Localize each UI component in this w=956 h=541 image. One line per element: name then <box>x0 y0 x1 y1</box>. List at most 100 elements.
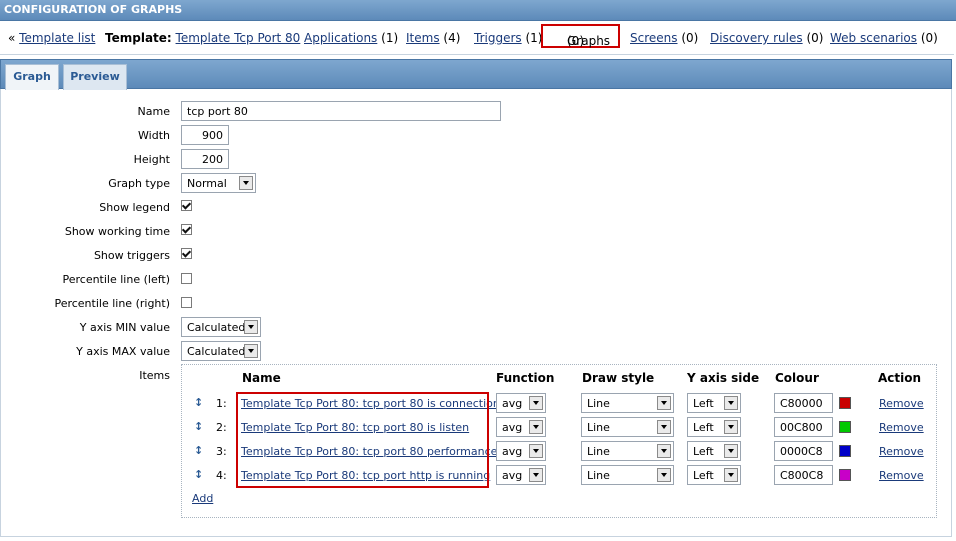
add-item-link[interactable]: Add <box>192 492 213 505</box>
graph-type-select[interactable]: Normal <box>181 173 256 193</box>
colour-input[interactable] <box>774 417 833 437</box>
function-select[interactable]: avg <box>496 417 546 437</box>
drag-handle-icon[interactable]: ↕ <box>194 468 203 481</box>
remove-link[interactable]: Remove <box>879 397 924 410</box>
col-header-function: Function <box>496 371 555 385</box>
draw-style-select[interactable]: Line <box>581 465 674 485</box>
chevron-down-icon <box>657 396 671 410</box>
function-select[interactable]: avg <box>496 465 546 485</box>
tab-graph[interactable]: Graph <box>5 64 59 90</box>
percentile-left-label: Percentile line (left) <box>62 273 170 286</box>
item-names-highlight <box>236 392 489 488</box>
template-label: Template: <box>105 31 172 45</box>
chevron-down-icon <box>239 176 253 190</box>
discovery-rules-link[interactable]: Discovery rules <box>710 31 803 45</box>
colour-input[interactable] <box>774 393 833 413</box>
applications-link[interactable]: Applications <box>304 31 377 45</box>
colour-swatch[interactable] <box>839 421 851 433</box>
colour-swatch[interactable] <box>839 469 851 481</box>
col-header-y-axis-side: Y axis side <box>687 371 760 385</box>
ymax-label: Y axis MAX value <box>76 345 170 358</box>
nav-screens: Screens (0) <box>630 31 699 45</box>
row-number: 1: <box>216 397 227 410</box>
chevron-down-icon <box>724 420 738 434</box>
y-axis-side-select[interactable]: Left <box>687 417 741 437</box>
drag-handle-icon[interactable]: ↕ <box>194 444 203 457</box>
percentile-right-checkbox[interactable] <box>181 297 192 308</box>
chevron-down-icon <box>724 468 738 482</box>
ymin-label: Y axis MIN value <box>79 321 170 334</box>
name-input[interactable] <box>181 101 501 121</box>
ymax-select[interactable]: Calculated <box>181 341 261 361</box>
chevron-down-icon <box>657 468 671 482</box>
screens-link[interactable]: Screens <box>630 31 678 45</box>
remove-link[interactable]: Remove <box>879 469 924 482</box>
chevron-down-icon <box>529 420 543 434</box>
web-scenarios-link[interactable]: Web scenarios <box>830 31 917 45</box>
chevron-down-icon <box>657 444 671 458</box>
chevron-down-icon <box>529 444 543 458</box>
chevron-down-icon <box>724 444 738 458</box>
page-title: CONFIGURATION OF GRAPHS <box>4 3 183 16</box>
y-axis-side-select[interactable]: Left <box>687 393 741 413</box>
function-select[interactable]: avg <box>496 441 546 461</box>
chevron-down-icon <box>724 396 738 410</box>
col-header-colour: Colour <box>775 371 819 385</box>
percentile-left-checkbox[interactable] <box>181 273 192 284</box>
nav-web-scenarios: Web scenarios (0) <box>830 31 938 45</box>
chevron-down-icon <box>244 320 258 334</box>
show-triggers-label: Show triggers <box>93 249 170 262</box>
row-number: 4: <box>216 469 227 482</box>
y-axis-side-select[interactable]: Left <box>687 465 741 485</box>
chevron-down-icon <box>244 344 258 358</box>
drag-handle-icon[interactable]: ↕ <box>194 396 203 409</box>
template-nav-bar: « Template list Template: Template Tcp P… <box>0 22 954 55</box>
remove-link[interactable]: Remove <box>879 421 924 434</box>
template-list-link[interactable]: Template list <box>19 31 95 45</box>
triggers-link[interactable]: Triggers <box>474 31 522 45</box>
nav-discovery: Discovery rules (0) <box>710 31 824 45</box>
function-select[interactable]: avg <box>496 393 546 413</box>
nav-graphs-current[interactable]: Graphs (0) <box>541 24 620 48</box>
colour-input[interactable] <box>774 465 833 485</box>
draw-style-select[interactable]: Line <box>581 417 674 437</box>
graph-type-label: Graph type <box>108 177 170 190</box>
items-link[interactable]: Items <box>406 31 440 45</box>
drag-handle-icon[interactable]: ↕ <box>194 420 203 433</box>
colour-swatch[interactable] <box>839 445 851 457</box>
nav-applications: Applications (1) <box>304 31 399 45</box>
show-legend-checkbox[interactable] <box>181 200 192 211</box>
draw-style-select[interactable]: Line <box>581 393 674 413</box>
show-triggers-checkbox[interactable] <box>181 248 192 259</box>
ymin-select[interactable]: Calculated <box>181 317 261 337</box>
show-working-time-label: Show working time <box>64 225 170 238</box>
chevron-down-icon <box>529 396 543 410</box>
show-legend-label: Show legend <box>99 201 170 214</box>
nav-items: Items (4) <box>406 31 461 45</box>
y-axis-side-select[interactable]: Left <box>687 441 741 461</box>
percentile-right-label: Percentile line (right) <box>54 297 170 310</box>
width-input[interactable] <box>181 125 229 145</box>
chevron-down-icon <box>529 468 543 482</box>
colour-swatch[interactable] <box>839 397 851 409</box>
page-header: CONFIGURATION OF GRAPHS <box>0 0 956 21</box>
row-number: 2: <box>216 421 227 434</box>
name-label: Name <box>137 105 170 118</box>
chevron-down-icon <box>657 420 671 434</box>
draw-style-select[interactable]: Line <box>581 441 674 461</box>
width-label: Width <box>138 129 170 142</box>
col-header-draw-style: Draw style <box>582 371 655 385</box>
nav-triggers: Triggers (1) <box>474 31 543 45</box>
colour-input[interactable] <box>774 441 833 461</box>
nav-template: Template: Template Tcp Port 80 <box>105 31 300 45</box>
col-header-action: Action <box>878 371 922 385</box>
template-name-link[interactable]: Template Tcp Port 80 <box>176 31 301 45</box>
remove-link[interactable]: Remove <box>879 445 924 458</box>
height-input[interactable] <box>181 149 229 169</box>
show-working-time-checkbox[interactable] <box>181 224 192 235</box>
tab-strip: Graph Preview <box>0 59 952 90</box>
tab-preview[interactable]: Preview <box>63 64 127 90</box>
col-header-name: Name <box>242 371 281 385</box>
height-label: Height <box>133 153 170 166</box>
nav-template-list: « Template list <box>8 31 96 45</box>
